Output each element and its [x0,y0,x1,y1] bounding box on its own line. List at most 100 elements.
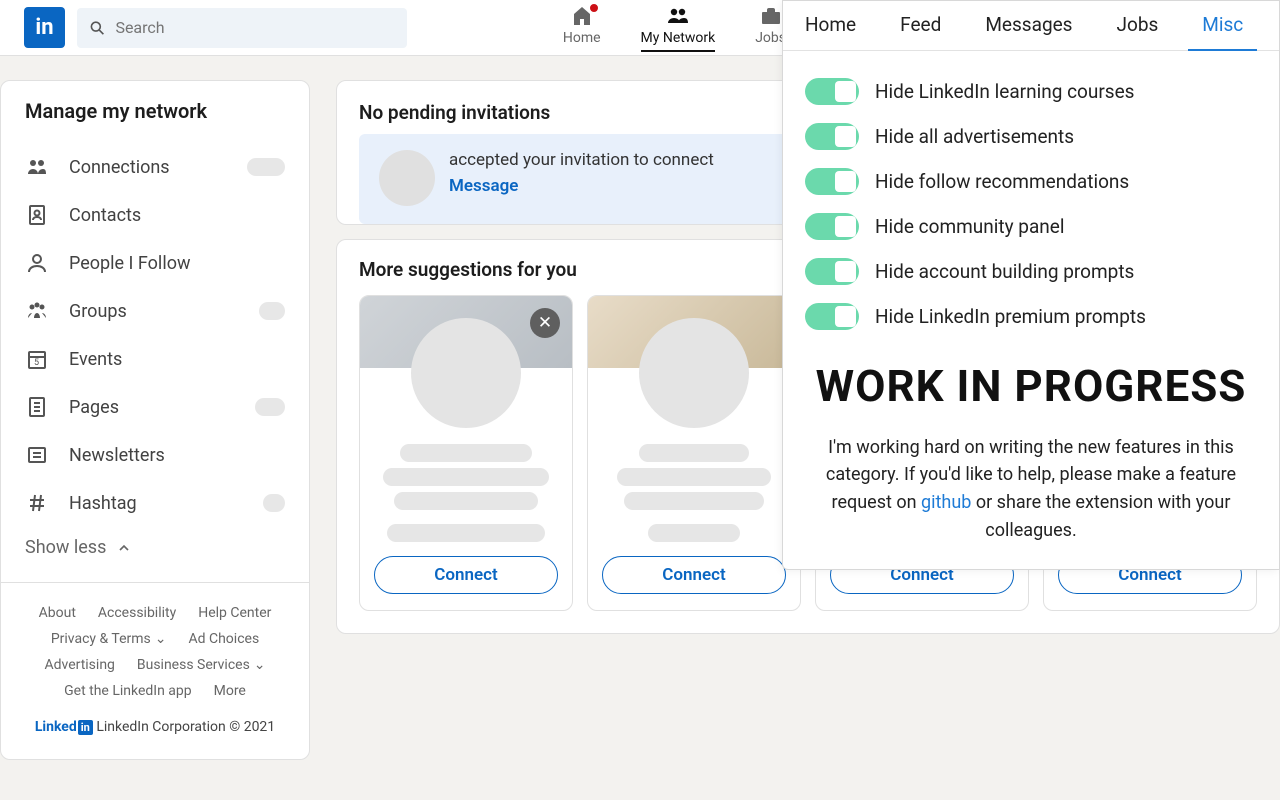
footer-link[interactable]: Ad Choices [188,631,259,647]
ext-tab-feed[interactable]: Feed [878,1,963,50]
nav-home[interactable]: Home [563,4,601,52]
connect-button[interactable]: Connect [374,556,558,594]
linkedin-logo[interactable]: in [24,7,65,48]
footer-link[interactable]: Business Services⌄ [137,657,266,673]
groups-icon [25,299,49,323]
contacts-icon [25,203,49,227]
placeholder-line [394,492,538,510]
ext-tab-jobs[interactable]: Jobs [1095,1,1181,50]
footer-link[interactable]: Help Center [198,605,271,621]
toggle-label: Hide all advertisements [875,125,1074,148]
manage-network-panel: Manage my network Connections Contacts P… [0,80,310,760]
show-less-label: Show less [25,537,106,558]
placeholder-line [639,444,749,462]
sidebar-item-connections[interactable]: Connections [25,143,285,191]
sidebar-item-pages[interactable]: Pages [25,383,285,431]
nav-network-label: My Network [641,30,716,46]
hashtag-icon [25,491,49,515]
footer-link[interactable]: Accessibility [98,605,176,621]
sidebar-item-newsletters[interactable]: Newsletters [25,431,285,479]
chevron-down-icon: ⌄ [254,657,266,673]
placeholder-line [383,468,549,486]
avatar [411,318,521,428]
extension-toggles: Hide LinkedIn learning courses Hide all … [783,51,1279,341]
manage-network-title: Manage my network [25,99,285,123]
toggle-switch[interactable] [805,78,859,105]
sidebar-item-label: Contacts [69,205,285,226]
sidebar-item-following[interactable]: People I Follow [25,239,285,287]
sidebar-item-label: Pages [69,397,235,418]
toggle-row: Hide LinkedIn learning courses [805,69,1257,114]
sidebar-item-label: Connections [69,157,227,178]
ext-tab-misc[interactable]: Misc [1180,1,1265,50]
toggle-row: Hide follow recommendations [805,159,1257,204]
sidebar-item-label: Hashtag [69,493,243,514]
extension-tabs: Home Feed Messages Jobs Misc [783,1,1279,51]
accepted-text: accepted your invitation to connect [449,150,714,170]
sidebar-item-hashtag[interactable]: Hashtag [25,479,285,527]
connect-button[interactable]: Connect [602,556,786,594]
toggle-switch[interactable] [805,258,859,285]
message-button[interactable]: Message [449,176,714,196]
briefcase-icon [759,4,783,28]
toggle-switch[interactable] [805,213,859,240]
toggle-row: Hide LinkedIn premium prompts [805,294,1257,339]
footer-link[interactable]: About [39,605,76,621]
placeholder-line [617,468,772,486]
show-less-button[interactable]: Show less [25,527,285,572]
placeholder-line [624,492,764,510]
suggestion-card: Connect [587,295,801,611]
toggle-row: Hide all advertisements [805,114,1257,159]
chevron-up-icon [116,540,132,556]
people-icon [666,4,690,28]
nav-my-network[interactable]: My Network [641,4,716,52]
count-pill [247,158,285,176]
placeholder-line [387,524,545,542]
ext-tab-messages[interactable]: Messages [963,1,1094,50]
toggle-row: Hide community panel [805,204,1257,249]
search-box[interactable] [77,8,407,48]
extension-popup: Home Feed Messages Jobs Misc Hide Linked… [782,0,1280,570]
toggle-switch[interactable] [805,303,859,330]
close-icon[interactable]: ✕ [530,308,560,338]
footer-link[interactable]: More [214,683,246,699]
toggle-row: Hide account building prompts [805,249,1257,294]
sidebar-item-label: Newsletters [69,445,285,466]
toggle-label: Hide account building prompts [875,260,1134,283]
sidebar-item-label: Groups [69,301,239,322]
search-input[interactable] [115,18,395,37]
footer-link[interactable]: Get the LinkedIn app [64,683,192,699]
toggle-label: Hide LinkedIn premium prompts [875,305,1146,328]
home-icon [570,4,594,28]
sidebar-item-label: People I Follow [69,253,285,274]
notification-dot [588,2,600,14]
suggestion-card: ✕ Connect [359,295,573,611]
toggle-switch[interactable] [805,168,859,195]
nav-home-label: Home [563,30,601,46]
page-footer: About Accessibility Help Center Privacy … [1,582,309,759]
toggle-switch[interactable] [805,123,859,150]
toggle-label: Hide community panel [875,215,1064,238]
count-pill [263,494,285,512]
footer-link[interactable]: Privacy & Terms⌄ [51,631,167,647]
avatar [379,150,435,206]
wip-title: WORK IN PROGRESS [811,361,1251,412]
svg-text:5: 5 [34,358,39,368]
footer-link[interactable]: Advertising [44,657,114,673]
toggle-label: Hide LinkedIn learning courses [875,80,1134,103]
sidebar-item-events[interactable]: 5 Events [25,335,285,383]
calendar-icon: 5 [25,347,49,371]
count-pill [255,398,285,416]
sidebar-item-groups[interactable]: Groups [25,287,285,335]
sidebar-item-contacts[interactable]: Contacts [25,191,285,239]
wip-section: WORK IN PROGRESS I'm working hard on wri… [783,341,1279,545]
ext-tab-home[interactable]: Home [783,1,878,50]
newsletter-icon [25,443,49,467]
count-pill [259,302,285,320]
search-icon [89,19,105,37]
connections-icon [25,155,49,179]
toggle-label: Hide follow recommendations [875,170,1129,193]
footer-brand: Linkedin LinkedIn Corporation © 2021 [17,719,293,735]
avatar [639,318,749,428]
github-link[interactable]: github [921,492,971,513]
